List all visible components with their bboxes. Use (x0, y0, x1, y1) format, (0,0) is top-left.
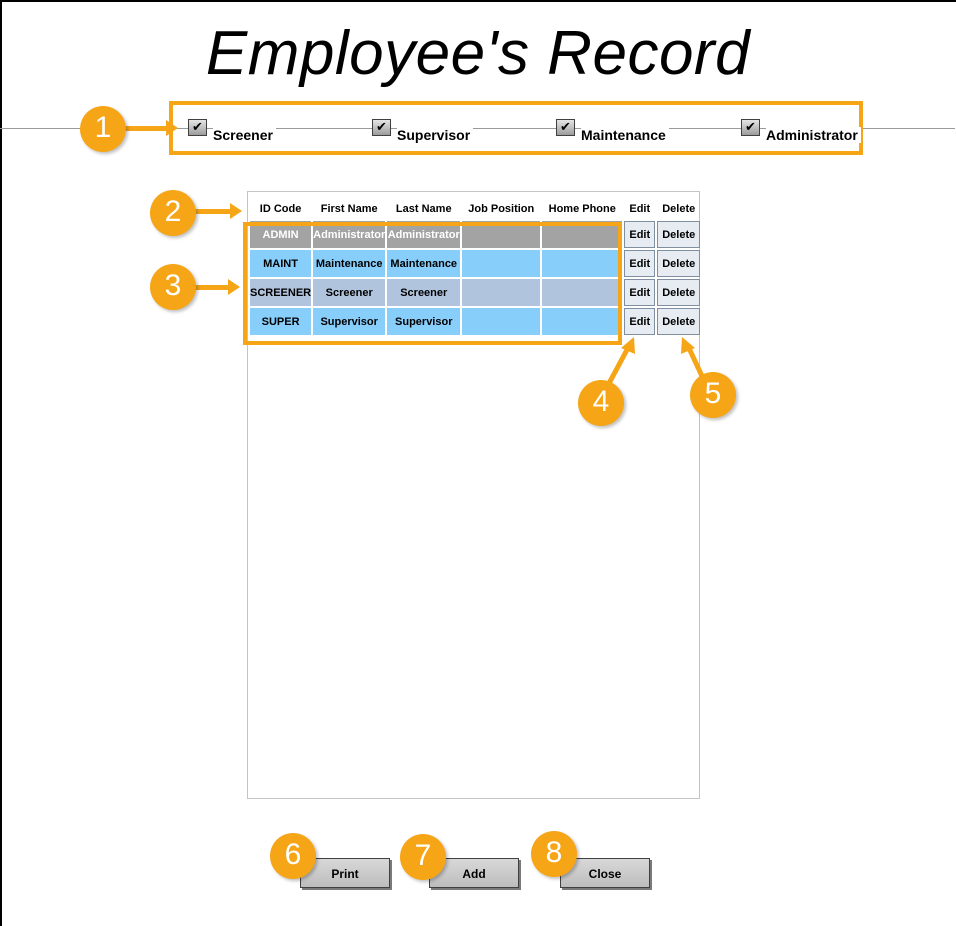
callout-3: 3 (150, 264, 196, 310)
delete-button[interactable]: Delete (657, 221, 701, 248)
window-left-border (0, 0, 2, 926)
rows-highlight-box (243, 222, 622, 345)
callout-arrow (194, 203, 242, 219)
filter-screener[interactable]: ✔ Screener (188, 119, 276, 143)
column-header: Delete (662, 203, 696, 215)
table-header-row: ID Code First Name Last Name Job Positio… (250, 199, 700, 219)
callout-6: 6 (270, 833, 316, 879)
filter-label: Screener (213, 127, 276, 143)
delete-button[interactable]: Delete (657, 250, 701, 277)
filter-label: Supervisor (397, 127, 474, 143)
filter-maintenance[interactable]: ✔ Maintenance (556, 119, 669, 143)
column-header: Edit (629, 203, 651, 215)
checkbox-checked-icon[interactable]: ✔ (556, 119, 575, 136)
callout-2: 2 (150, 190, 196, 236)
callout-5: 5 (690, 372, 736, 418)
callout-7: 7 (400, 834, 446, 880)
checkbox-checked-icon[interactable]: ✔ (741, 119, 760, 136)
edit-button[interactable]: Edit (624, 221, 656, 248)
delete-button[interactable]: Delete (657, 308, 701, 335)
callout-arrow (194, 279, 240, 295)
page-title: Employee's Record (205, 19, 751, 88)
filter-supervisor[interactable]: ✔ Supervisor (372, 119, 474, 143)
callout-1: 1 (80, 106, 126, 152)
checkbox-checked-icon[interactable]: ✔ (372, 119, 391, 136)
column-header: ID Code (259, 203, 302, 215)
filter-administrator[interactable]: ✔ Administrator (741, 119, 861, 143)
edit-button[interactable]: Edit (624, 279, 656, 306)
window-top-border (0, 0, 956, 2)
callout-8: 8 (531, 831, 577, 877)
column-header: Home Phone (548, 203, 616, 215)
delete-button[interactable]: Delete (657, 279, 701, 306)
checkbox-checked-icon[interactable]: ✔ (188, 119, 207, 136)
column-header: Job Position (468, 203, 535, 215)
callout-arrow (124, 120, 178, 136)
filter-label: Administrator (766, 127, 861, 143)
filter-label: Maintenance (581, 127, 669, 143)
edit-button[interactable]: Edit (624, 250, 656, 277)
callout-4: 4 (578, 380, 624, 426)
column-header: Last Name (395, 203, 452, 215)
column-header: First Name (320, 203, 378, 215)
edit-button[interactable]: Edit (624, 308, 656, 335)
